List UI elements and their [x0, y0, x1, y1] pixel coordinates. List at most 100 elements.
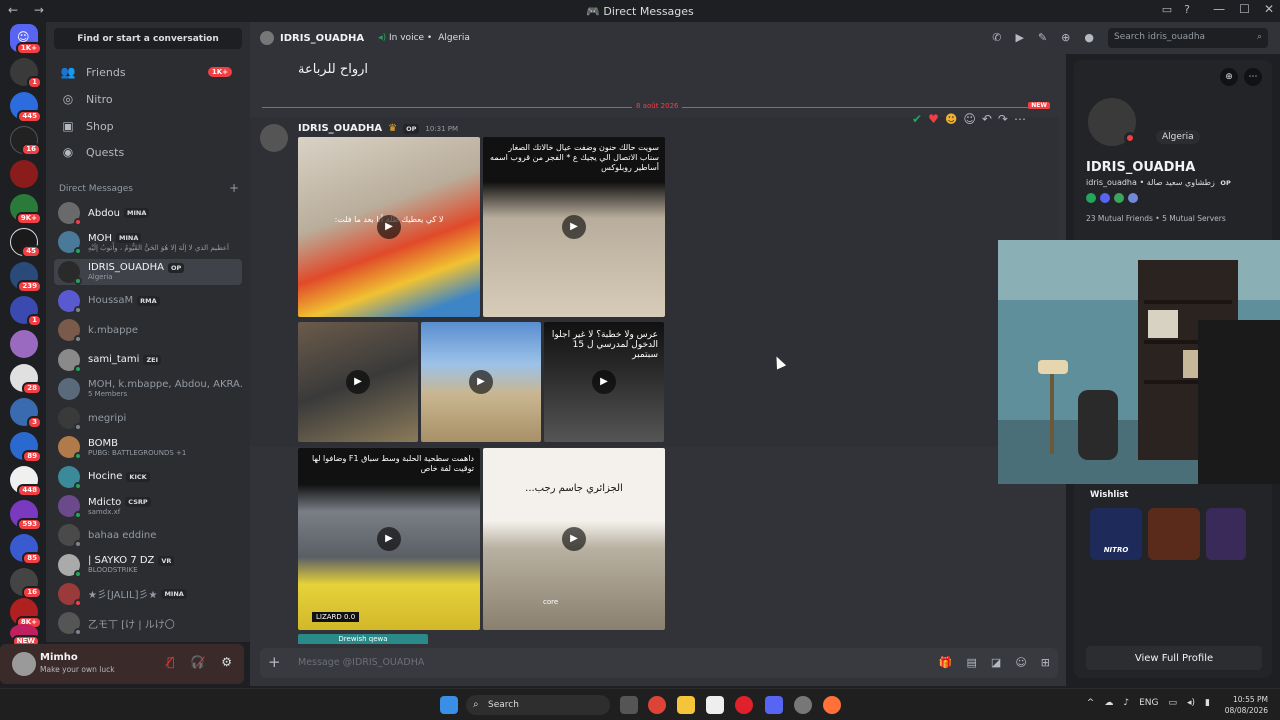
server-icon[interactable]: 239	[10, 262, 42, 293]
gift-icon[interactable]: 🎁	[939, 656, 953, 669]
recipient-name[interactable]: IDRIS_OUADHA	[280, 33, 364, 44]
firefox-icon[interactable]	[823, 696, 841, 714]
language-indicator[interactable]: ENG	[1139, 698, 1158, 708]
message-author[interactable]: IDRIS_OUADHA	[298, 123, 382, 134]
dm-item[interactable]: MOH, k.mbappe, Abdou, AKRA... 5 Members	[54, 376, 242, 402]
clock[interactable]: 10:55 PM 08/08/2026	[1225, 694, 1268, 716]
server-icon[interactable]: 8K+	[10, 598, 42, 629]
check-reaction-icon[interactable]: ✔	[912, 112, 922, 126]
apps-icon[interactable]: ⊞	[1041, 656, 1050, 669]
network-icon[interactable]: ▭	[1169, 698, 1178, 708]
play-icon[interactable]: ▶	[562, 215, 586, 239]
nav-quests[interactable]: ◉ Quests	[54, 140, 242, 164]
add-friend-icon[interactable]: ⊕	[1061, 31, 1070, 44]
help-icon[interactable]: ?	[1184, 3, 1190, 16]
volume-icon[interactable]: ◂)	[1187, 698, 1195, 708]
dm-item[interactable]: Mdicto CSRP samdx.xf	[54, 493, 242, 519]
server-icon[interactable]: NEW	[10, 624, 40, 648]
badge-icon[interactable]	[1086, 193, 1096, 203]
search-input[interactable]: Search idris_ouadha ⌕	[1108, 28, 1268, 48]
wishlist-item[interactable]	[1206, 508, 1246, 560]
taskbar-search[interactable]: ⌕ Search	[466, 695, 610, 715]
play-icon[interactable]: ▶	[346, 370, 370, 394]
message-composer[interactable]: + Message @IDRIS_OUADHA 🎁 ▤ ◪ ☺ ⊞	[260, 648, 1058, 678]
attach-icon[interactable]: +	[268, 654, 281, 670]
history-nav[interactable]: ← →	[8, 3, 50, 17]
mute-icon[interactable]: 🎙̸	[167, 655, 174, 669]
close-icon[interactable]: ✕	[1264, 2, 1274, 16]
dm-item[interactable]: 乙モ丅 [け | ルけ〇	[54, 610, 242, 637]
avatar[interactable]	[1084, 94, 1140, 150]
opera-icon[interactable]	[735, 696, 753, 714]
find-conversation-button[interactable]: Find or start a conversation	[54, 28, 242, 49]
server-icon[interactable]: 593	[10, 500, 42, 531]
dm-item[interactable]: sami_tami ZEI	[54, 347, 242, 373]
play-icon[interactable]: ▶	[562, 527, 586, 551]
chevron-up-icon[interactable]: ^	[1087, 698, 1095, 708]
more-icon[interactable]: ⋯	[1244, 68, 1262, 86]
dm-item[interactable]: bahaa eddine	[54, 522, 242, 549]
more-icon[interactable]: ⋯	[1014, 112, 1026, 126]
badge-icon[interactable]	[1128, 193, 1138, 203]
gif-icon[interactable]: ▤	[967, 656, 977, 669]
chrome-icon[interactable]	[648, 696, 666, 714]
server-icon[interactable]: 448	[10, 466, 42, 497]
video-attachment[interactable]: عرس ولا خطبة؟ لا غير اجلوا الدخول لمدرسي…	[544, 322, 664, 442]
badge-icon[interactable]	[1100, 193, 1110, 203]
dm-item[interactable]: MOH MINA أعظيم الذي لا إلَهَ إلا هُوَ الحَ…	[54, 229, 242, 256]
gear-icon[interactable]: ⚙	[221, 655, 232, 669]
play-icon[interactable]: ▶	[469, 370, 493, 394]
video-icon[interactable]: ▶	[1015, 31, 1023, 44]
add-reaction-icon[interactable]: ☺	[963, 112, 976, 126]
dm-item[interactable]: IDRIS_OUADHA OP Algeria	[54, 258, 242, 285]
video-attachment[interactable]: الجزائري جاسم رجب... ▶ core	[483, 448, 665, 630]
nav-nitro[interactable]: ◎ Nitro	[54, 87, 242, 111]
server-icon[interactable]: 445	[10, 92, 42, 123]
server-icon[interactable]: 45	[10, 228, 41, 258]
sticker-icon[interactable]: ◪	[991, 656, 1001, 669]
forward-icon[interactable]: ↷	[998, 112, 1008, 126]
server-icon[interactable]: 16	[10, 568, 42, 599]
play-icon[interactable]: ▶	[377, 215, 401, 239]
discord-icon[interactable]	[765, 696, 783, 714]
video-attachment[interactable]: ▶	[298, 322, 418, 442]
heart-reaction-icon[interactable]: ♥	[928, 112, 939, 126]
deafen-icon[interactable]: 🎧̸	[190, 655, 205, 669]
dm-item[interactable]: ★彡[JALIL]彡★ MINA	[54, 581, 242, 607]
call-icon[interactable]: ✆	[992, 31, 1001, 44]
video-attachment[interactable]: سويت حالك حنون وضفت عيال خالاتك الصغار س…	[483, 137, 665, 317]
avatar[interactable]	[260, 124, 288, 152]
maximize-icon[interactable]: ☐	[1239, 2, 1250, 16]
app-icon[interactable]	[706, 696, 724, 714]
wishlist-item[interactable]	[1148, 508, 1200, 560]
server-icon[interactable]: 1	[10, 58, 42, 89]
dm-item[interactable]: BOMB PUBG: BATTLEGROUNDS +1	[54, 434, 242, 461]
server-icon[interactable]	[10, 160, 38, 188]
view-full-profile-button[interactable]: View Full Profile	[1086, 646, 1262, 670]
home-button[interactable]: ☺ 1K+	[10, 24, 42, 55]
nav-friends[interactable]: 👥 Friends 1K+	[54, 60, 242, 84]
video-attachment[interactable]: داهمت سطحية الحلبة وسط سباق F1 وضافوا له…	[298, 448, 480, 630]
server-icon[interactable]: 16	[10, 126, 41, 156]
battery-icon[interactable]: ▮	[1205, 698, 1210, 708]
play-icon[interactable]: ▶	[377, 527, 401, 551]
mutuals[interactable]: 23 Mutual Friends • 5 Mutual Servers	[1086, 214, 1226, 223]
microphone-icon[interactable]: ♪	[1123, 698, 1129, 708]
dm-item[interactable]: | SAYKO 7 DZ VR BLOODSTRIKE	[54, 552, 242, 578]
inbox-icon[interactable]: ▭	[1162, 3, 1172, 16]
server-icon[interactable]: 89	[10, 432, 42, 463]
file-explorer-icon[interactable]	[677, 696, 695, 714]
dm-item[interactable]: k.mbappe	[54, 317, 242, 344]
onedrive-icon[interactable]: ☁	[1104, 698, 1113, 708]
task-view-icon[interactable]	[620, 696, 638, 714]
app-icon[interactable]	[794, 696, 812, 714]
dm-item[interactable]: megripi	[54, 405, 242, 432]
dm-item[interactable]: HoussaM RMA	[54, 288, 242, 314]
minimize-icon[interactable]: —	[1213, 2, 1225, 16]
play-icon[interactable]: ▶	[592, 370, 616, 394]
pin-icon[interactable]: ✎	[1038, 31, 1047, 44]
laugh-reaction-icon[interactable]: ☻	[945, 112, 958, 126]
badge-icon[interactable]	[1114, 193, 1124, 203]
dm-item[interactable]: Abdou MINA	[54, 200, 242, 226]
video-attachment[interactable]: ▶	[421, 322, 541, 442]
